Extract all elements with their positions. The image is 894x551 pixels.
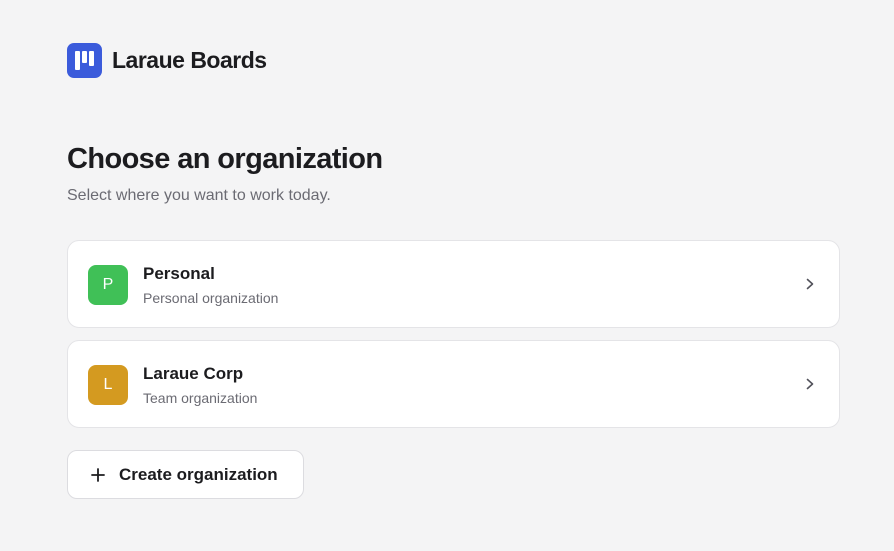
org-name: Laraue Corp: [143, 364, 244, 383]
create-organization-button[interactable]: Create organization: [67, 450, 304, 499]
page-title: Choose an organization: [67, 143, 383, 175]
org-avatar: P: [88, 265, 128, 305]
org-card-personal[interactable]: P Personal Personal organization: [67, 240, 840, 328]
kanban-board-icon: [67, 43, 102, 78]
create-organization-label: Create organization: [119, 464, 278, 484]
plus-icon: [91, 467, 105, 482]
chevron-right-icon: [806, 278, 814, 290]
page-subtitle: Select where you want to work today.: [67, 187, 331, 204]
brand-header: Laraue Boards: [67, 43, 267, 78]
chevron-right-icon: [806, 378, 814, 390]
org-avatar: L: [88, 365, 128, 405]
org-type: Team organization: [143, 390, 258, 406]
brand-name: Laraue Boards: [112, 47, 267, 73]
org-card-laraue-corp[interactable]: L Laraue Corp Team organization: [67, 340, 840, 428]
org-type: Personal organization: [143, 290, 279, 306]
org-name: Personal: [143, 264, 215, 283]
